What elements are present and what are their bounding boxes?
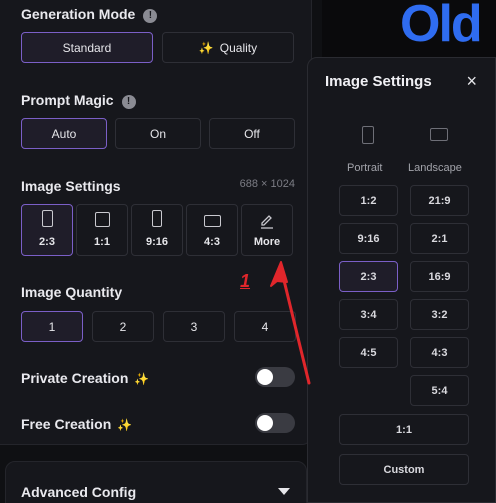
free-creation-toggle[interactable] (255, 413, 295, 433)
ratio-2-3-button[interactable]: 2:3 (21, 204, 73, 256)
popup-ratio-4-5[interactable]: 4:5 (339, 337, 398, 368)
quantity-2-button[interactable]: 2 (92, 311, 154, 342)
private-creation-toggle[interactable] (255, 367, 295, 387)
quantity-1-button[interactable]: 1 (21, 311, 83, 342)
more-ratios-button[interactable]: More (241, 204, 293, 256)
popup-ratio-3-2[interactable]: 3:2 (410, 299, 469, 330)
prompt-magic-off-button[interactable]: Off (209, 118, 295, 149)
ratio-9-16-button[interactable]: 9:16 (131, 204, 183, 256)
landscape-icon (430, 128, 448, 141)
advanced-config-panel[interactable]: Advanced Config (5, 461, 307, 503)
tall-shape-icon (152, 210, 162, 227)
popup-ratio-1-2[interactable]: 1:2 (339, 185, 398, 216)
quantity-4-button[interactable]: 4 (234, 311, 296, 342)
portrait-icon (362, 126, 374, 144)
popup-ratio-4-3[interactable]: 4:3 (410, 337, 469, 368)
generation-mode-title: Generation Mode! (21, 6, 158, 23)
magic-wand-icon: ✨ (117, 418, 133, 432)
popup-ratio-2-3[interactable]: 2:3 (339, 261, 398, 292)
popup-ratio-5-4[interactable]: 5:4 (410, 375, 469, 406)
background-heading: Old (400, 0, 483, 53)
landscape-label: Landscape (408, 162, 462, 174)
popup-ratio-16-9[interactable]: 16:9 (410, 261, 469, 292)
image-dimensions: 688 × 1024 (239, 178, 295, 190)
annotation-number: 1 (240, 271, 251, 291)
ratio-4-3-button[interactable]: 4:3 (186, 204, 238, 256)
quality-button[interactable]: ✨ Quality (162, 32, 294, 63)
prompt-magic-auto-button[interactable]: Auto (21, 118, 107, 149)
quantity-3-button[interactable]: 3 (163, 311, 225, 342)
free-creation-label: Free Creation ✨ (21, 416, 133, 432)
info-icon[interactable]: ! (121, 95, 136, 109)
popup-ratio-2-1[interactable]: 2:1 (410, 223, 469, 254)
landscape-shape-icon (203, 215, 221, 227)
prompt-magic-title: Prompt Magic! (21, 92, 136, 109)
ratio-1-1-button[interactable]: 1:1 (76, 204, 128, 256)
image-settings-popup: Image Settings × Portrait Landscape 1:2 … (307, 57, 496, 503)
magic-wand-icon: ✨ (134, 372, 150, 386)
popup-ratio-9-16[interactable]: 9:16 (339, 223, 398, 254)
advanced-config-label: Advanced Config (21, 484, 137, 500)
info-icon[interactable]: ! (143, 9, 158, 23)
edit-pencil-icon (261, 215, 273, 229)
settings-panel: Generation Mode! Standard ✨ Quality Promp… (0, 0, 312, 445)
toggle-knob (257, 369, 273, 385)
private-creation-label: Private Creation ✨ (21, 370, 150, 386)
toggle-knob (257, 415, 273, 431)
standard-button[interactable]: Standard (21, 32, 153, 63)
portrait-label: Portrait (347, 162, 383, 174)
popup-title: Image Settings (325, 73, 432, 90)
popup-ratio-21-9[interactable]: 21:9 (410, 185, 469, 216)
chevron-down-icon[interactable] (278, 488, 290, 495)
image-settings-title: Image Settings (21, 178, 121, 194)
prompt-magic-on-button[interactable]: On (115, 118, 201, 149)
popup-ratio-1-1[interactable]: 1:1 (339, 414, 469, 445)
image-quantity-title: Image Quantity (21, 284, 123, 300)
square-shape-icon (94, 212, 110, 227)
portrait-shape-icon (41, 210, 53, 227)
close-icon[interactable]: × (466, 71, 477, 92)
popup-ratio-3-4[interactable]: 3:4 (339, 299, 398, 330)
magic-wand-icon: ✨ (198, 40, 214, 55)
popup-custom-button[interactable]: Custom (339, 454, 469, 485)
